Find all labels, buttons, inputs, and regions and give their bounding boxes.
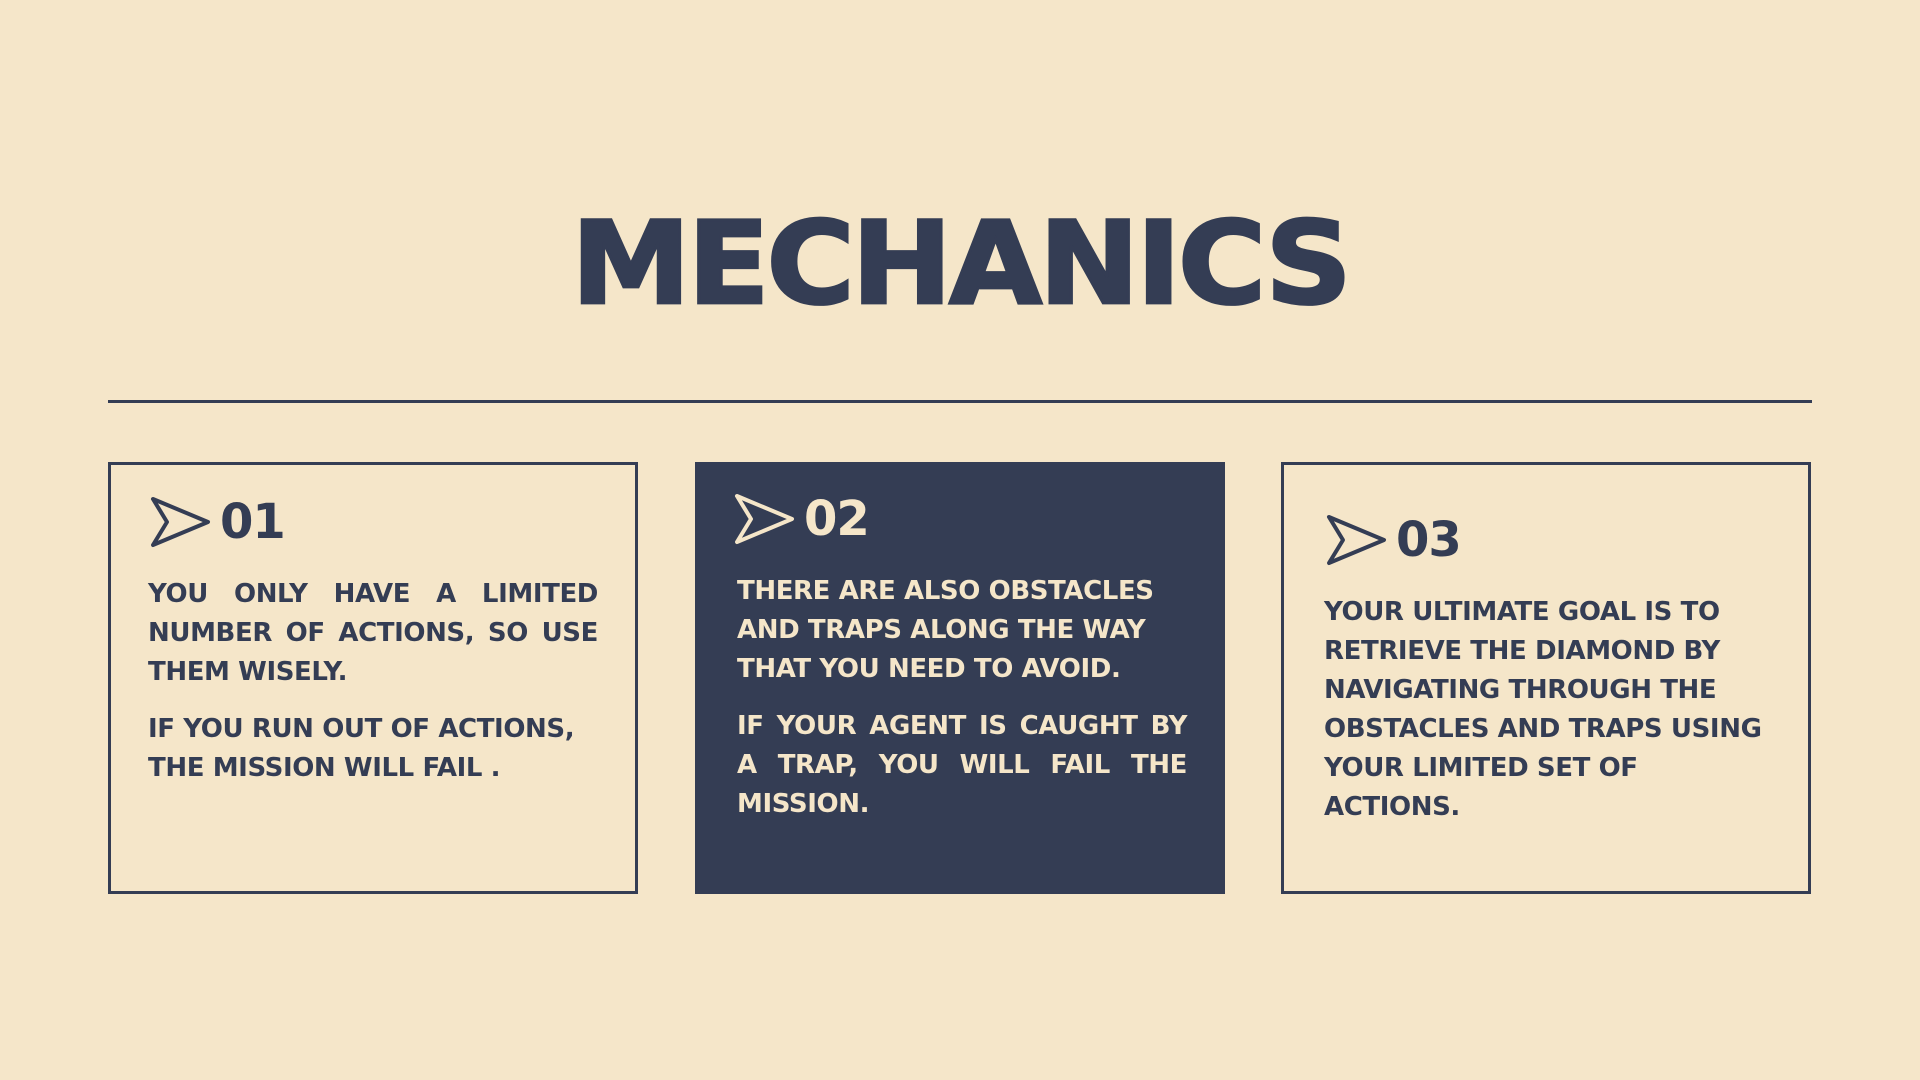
- card-text: THERE ARE ALSO OBSTACLES AND TRAPS ALONG…: [737, 572, 1187, 842]
- card-text: YOU ONLY HAVE A LIMITED NUMBER OF ACTION…: [148, 575, 598, 806]
- card-number: 01: [220, 494, 286, 550]
- card-number: 02: [804, 491, 870, 547]
- arrow-pointer-icon: [1324, 513, 1388, 567]
- card-number: 03: [1396, 512, 1462, 568]
- card-text: YOUR ULTIMATE GOAL IS TO RETRIEVE THE DI…: [1324, 593, 1774, 845]
- card-paragraph: IF YOU RUN OUT OF ACTIONS, THE MISSION W…: [148, 714, 575, 783]
- mechanic-card-03: 03 YOUR ULTIMATE GOAL IS TO RETRIEVE THE…: [1281, 462, 1811, 894]
- card-paragraph: YOUR ULTIMATE GOAL IS TO RETRIEVE THE DI…: [1324, 597, 1762, 822]
- divider-line: [108, 400, 1812, 403]
- card-header: 01: [148, 494, 286, 550]
- arrow-pointer-icon: [732, 492, 796, 546]
- mechanic-card-02: 02 THERE ARE ALSO OBSTACLES AND TRAPS AL…: [695, 462, 1225, 894]
- mechanic-card-01: 01 YOU ONLY HAVE A LIMITED NUMBER OF ACT…: [108, 462, 638, 894]
- card-header: 03: [1324, 512, 1462, 568]
- arrow-pointer-icon: [148, 495, 212, 549]
- card-paragraph: IF YOUR AGENT IS CAUGHT BY A TRAP, YOU W…: [737, 711, 1187, 819]
- card-paragraph: YOU ONLY HAVE A LIMITED NUMBER OF ACTION…: [148, 579, 598, 687]
- card-paragraph: THERE ARE ALSO OBSTACLES AND TRAPS ALONG…: [737, 576, 1154, 684]
- card-header: 02: [732, 491, 870, 547]
- slide-title: MECHANICS: [570, 197, 1354, 332]
